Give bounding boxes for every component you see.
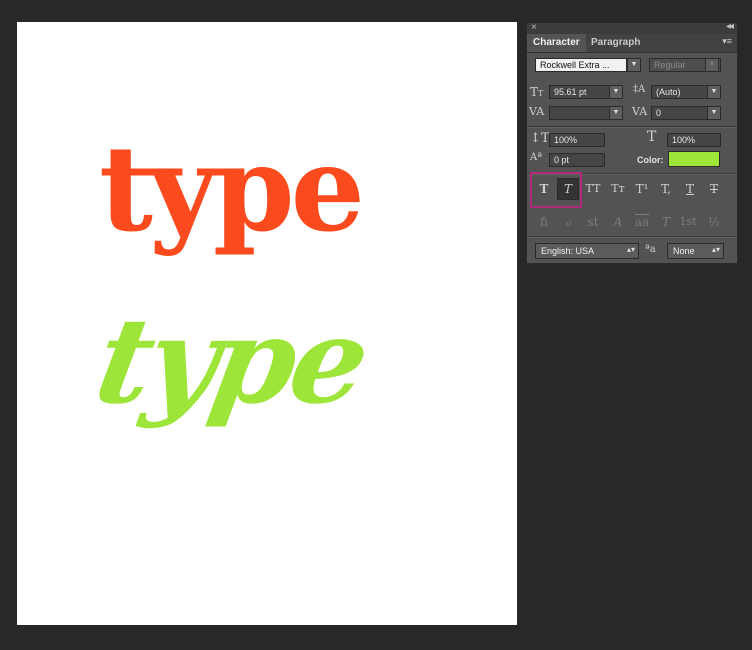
titling-alternates-button[interactable]: T [655, 211, 677, 233]
small-caps-button[interactable]: Tт [607, 178, 629, 200]
document-canvas[interactable]: type type [17, 22, 517, 625]
tab-character[interactable]: Character [527, 34, 586, 52]
antialias-select[interactable]: None ▴▾ [667, 243, 724, 259]
ordinals-button[interactable]: 1st [677, 211, 699, 233]
close-icon[interactable]: × [531, 22, 537, 33]
baseline-shift-icon: Aª [530, 152, 542, 163]
panel-tabs: Character Paragraph ▾≡ [527, 34, 737, 53]
kerning-dropdown[interactable]: ▼ [609, 106, 623, 120]
tracking-icon: VA [632, 105, 648, 118]
language-select[interactable]: English: USA ▴▾ [535, 243, 639, 259]
font-family-dropdown[interactable]: ▼ [627, 58, 641, 72]
ligatures-button[interactable]: ﬁ [533, 211, 555, 233]
type-text-green[interactable]: type [86, 291, 375, 430]
stylistic-alternates-button[interactable]: aa [631, 211, 653, 233]
swash-button[interactable]: A [607, 211, 629, 233]
font-style-dropdown: ▼ [705, 58, 719, 72]
character-panel: × ◂◂ Character Paragraph ▾≡ Rockwell Ext… [526, 21, 738, 264]
horizontal-scale-input[interactable]: 100% [667, 133, 721, 147]
all-caps-button[interactable]: TT [582, 178, 604, 200]
vertical-scale-icon: ↕T [530, 131, 550, 146]
divider [527, 236, 737, 238]
collapse-icon[interactable]: ◂◂ [726, 21, 734, 32]
panel-menu-icon[interactable]: ▾≡ [722, 36, 732, 47]
color-label: Color: [637, 155, 664, 165]
underline-button[interactable]: T [679, 178, 701, 200]
subscript-button[interactable]: T, [655, 178, 677, 200]
strikethrough-button[interactable]: T [703, 178, 725, 200]
font-family-input[interactable]: Rockwell Extra ... [535, 58, 627, 72]
color-swatch[interactable] [668, 151, 720, 167]
baseline-shift-input[interactable]: 0 pt [549, 153, 605, 167]
vertical-scale-input[interactable]: 100% [549, 133, 605, 147]
tab-paragraph[interactable]: Paragraph [585, 34, 646, 52]
kerning-icon: VA [529, 105, 545, 118]
old-style-button[interactable]: ℴ [557, 211, 579, 233]
antialias-icon: ªa [645, 244, 656, 255]
font-size-input[interactable]: 95.61 pt [549, 85, 617, 99]
font-size-dropdown[interactable]: ▼ [609, 85, 623, 99]
antialias-label: None [673, 246, 695, 256]
panel-titlebar: × ◂◂ [527, 21, 737, 34]
italic-highlight-annotation [530, 172, 582, 208]
divider [527, 126, 737, 128]
type-text-red[interactable]: type [99, 130, 365, 248]
kerning-input[interactable] [549, 106, 617, 120]
stepper-icon: ▴▾ [711, 245, 720, 254]
discretionary-ligatures-button[interactable]: st [582, 211, 604, 233]
horizontal-scale-icon: T [647, 129, 657, 145]
fractions-button[interactable]: ½ [703, 211, 725, 233]
opentype-buttons: ﬁ ℴ st A aa T 1st ½ [527, 211, 737, 233]
tracking-dropdown[interactable]: ▼ [707, 106, 721, 120]
stepper-icon: ▴▾ [626, 245, 635, 254]
language-label: English: USA [541, 246, 595, 256]
leading-icon: ‡A [633, 84, 646, 95]
superscript-button[interactable]: T¹ [631, 178, 653, 200]
font-size-icon: TT [530, 85, 544, 99]
leading-dropdown[interactable]: ▼ [707, 85, 721, 99]
